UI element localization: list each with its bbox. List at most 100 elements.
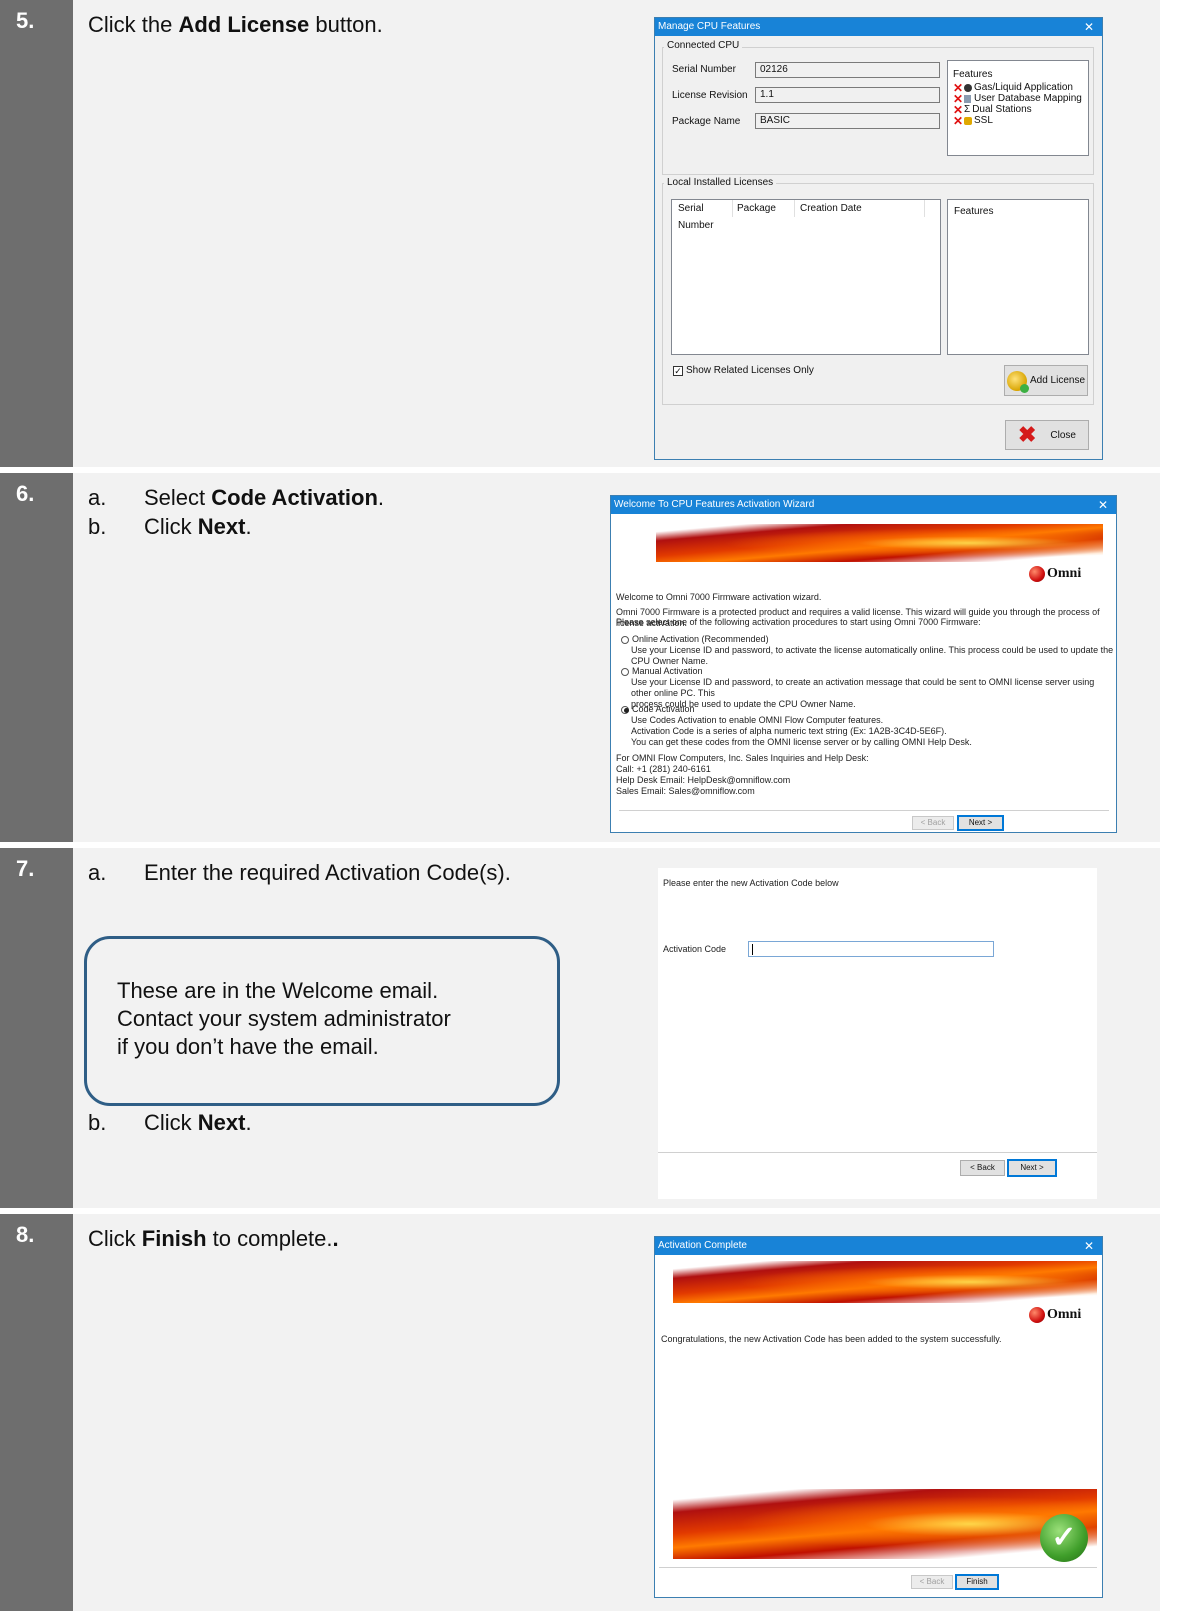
serial-number-label: Serial Number bbox=[672, 64, 736, 75]
code-prompt: Please enter the new Activation Code bel… bbox=[663, 878, 839, 888]
back-button[interactable]: < Back bbox=[960, 1160, 1005, 1176]
divider bbox=[658, 1152, 1097, 1153]
close-icon[interactable]: ✕ bbox=[1098, 496, 1108, 514]
x-icon: ✕ bbox=[953, 113, 964, 128]
feature-item: ✕ User Database Mapping bbox=[953, 92, 1088, 106]
instruction-text: to complete. bbox=[206, 1226, 333, 1251]
text-cursor bbox=[752, 944, 753, 955]
dialog-title: Activation Complete bbox=[658, 1240, 747, 1251]
step-number-cell: 7. bbox=[0, 848, 73, 1208]
list-marker: b. bbox=[88, 514, 107, 539]
red-x-icon: ✖ bbox=[1017, 422, 1037, 447]
license-revision-label: License Revision bbox=[672, 90, 748, 101]
logo-text: Omni bbox=[1047, 1307, 1082, 1322]
bottom-banner bbox=[673, 1489, 1097, 1559]
package-name-field[interactable]: BASIC bbox=[755, 113, 940, 129]
list-header: Serial Number Package Creation Date bbox=[672, 200, 940, 231]
omni-logo: Omni bbox=[1029, 1307, 1081, 1323]
feature-label: SSL bbox=[974, 115, 993, 126]
activation-code-input[interactable] bbox=[748, 941, 994, 957]
option-desc: Use Codes Activation to enable OMNI Flow… bbox=[631, 715, 884, 725]
lock-icon bbox=[964, 116, 972, 125]
contact-line: For OMNI Flow Computers, Inc. Sales Inqu… bbox=[616, 753, 869, 763]
divider bbox=[659, 1567, 1097, 1568]
instruction-text: . bbox=[245, 1110, 252, 1135]
dialog-title: Welcome To CPU Features Activation Wizar… bbox=[614, 499, 815, 510]
next-button[interactable]: Next > bbox=[1007, 1159, 1057, 1177]
instruction-bold: Code Activation bbox=[211, 485, 378, 510]
step-number: 7. bbox=[16, 856, 35, 881]
manage-cpu-features-dialog: Manage CPU Features ✕ Connected CPU Seri… bbox=[654, 17, 1103, 460]
step-number-cell: 5. bbox=[0, 0, 73, 467]
features-list: Features ✕ Gas/Liquid Application ✕ User D… bbox=[947, 60, 1089, 156]
option-label: Online Activation (Recommended) bbox=[632, 634, 769, 644]
dialog-titlebar: Activation Complete ✕ bbox=[655, 1237, 1102, 1255]
instruction-text: . bbox=[245, 514, 252, 539]
option-online-activation[interactable]: Online Activation (Recommended) Use your… bbox=[621, 634, 1116, 667]
back-button[interactable]: < Back bbox=[912, 816, 954, 830]
instruction-text: Click the bbox=[88, 12, 179, 37]
list-marker: a. bbox=[88, 860, 107, 885]
option-desc: Activation Code is a series of alpha num… bbox=[631, 726, 947, 736]
close-button[interactable]: ✖ Close bbox=[1005, 420, 1089, 450]
activation-complete-dialog: Activation Complete ✕ Omni Congratulatio… bbox=[654, 1236, 1103, 1598]
activation-code-label: Activation Code bbox=[663, 944, 727, 954]
activation-wizard-dialog: Welcome To CPU Features Activation Wizar… bbox=[610, 495, 1117, 833]
step-instruction: a. Select Code Activation. b. Click Next. bbox=[88, 483, 384, 541]
show-related-checkbox[interactable]: ✓ Show Related Licenses Only bbox=[673, 365, 814, 376]
dialog-titlebar: Manage CPU Features ✕ bbox=[655, 18, 1102, 36]
option-label: Manual Activation bbox=[632, 666, 703, 676]
licenses-list[interactable]: Serial Number Package Creation Date bbox=[671, 199, 941, 355]
button-label: Add License bbox=[1029, 375, 1086, 386]
column-header[interactable]: Serial Number bbox=[672, 200, 733, 231]
contact-line: Call: +1 (281) 240-6161 bbox=[616, 764, 711, 774]
contact-line: Help Desk Email: HelpDesk@omniflow.com bbox=[616, 775, 791, 785]
note-callout: These are in the Welcome email. Contact … bbox=[84, 936, 560, 1106]
step-number: 8. bbox=[16, 1222, 35, 1247]
activation-code-panel: Please enter the new Activation Code bel… bbox=[658, 868, 1097, 1199]
instruction-text: Click bbox=[88, 1226, 142, 1251]
column-header[interactable]: Package bbox=[733, 200, 795, 217]
callout-line: if you don’t have the email. bbox=[117, 1034, 379, 1059]
wizard-desc: Please select one of the following activ… bbox=[616, 617, 981, 627]
option-code-activation[interactable]: Code Activation Use Codes Activation to … bbox=[621, 704, 972, 748]
list-marker: b. bbox=[88, 1110, 107, 1135]
contact-info: For OMNI Flow Computers, Inc. Sales Inqu… bbox=[616, 753, 869, 797]
instruction-text: button. bbox=[309, 12, 383, 37]
finish-button[interactable]: Finish bbox=[955, 1574, 999, 1590]
checkbox-icon: ✓ bbox=[673, 365, 683, 376]
next-button[interactable]: Next > bbox=[957, 815, 1004, 831]
sigma-icon: Σ bbox=[964, 104, 971, 115]
radio-icon bbox=[621, 667, 629, 676]
step-instruction: Click the Add License button. bbox=[88, 10, 383, 39]
step-number: 6. bbox=[16, 481, 35, 506]
close-icon[interactable]: ✕ bbox=[1084, 1237, 1094, 1255]
close-icon[interactable]: ✕ bbox=[1084, 18, 1094, 36]
column-header[interactable]: Creation Date bbox=[795, 200, 925, 217]
instruction-bold: . bbox=[332, 1226, 339, 1251]
option-desc: You can get these codes from the OMNI li… bbox=[631, 737, 972, 747]
list-marker: a. bbox=[88, 485, 107, 510]
dialog-title: Manage CPU Features bbox=[658, 21, 761, 32]
complete-message: Congratulations, the new Activation Code… bbox=[661, 1334, 1002, 1344]
feature-label: Gas/Liquid Application bbox=[974, 82, 1073, 93]
group-label: Connected CPU bbox=[664, 40, 743, 51]
radio-icon-selected bbox=[621, 705, 629, 714]
serial-number-field[interactable]: 02126 bbox=[755, 62, 940, 78]
add-license-button[interactable]: Add License bbox=[1004, 365, 1088, 396]
step-row-7: 7. a. Enter the required Activation Code(… bbox=[0, 848, 1160, 1211]
license-features-list: Features bbox=[947, 199, 1089, 355]
step-instruction: a. Enter the required Activation Code(s). bbox=[88, 858, 511, 887]
step-row-5: 5. Click the Add License button. Manage … bbox=[0, 0, 1160, 470]
omni-banner bbox=[656, 524, 1103, 562]
callout-line: These are in the Welcome email. bbox=[117, 978, 439, 1003]
features-header: Features bbox=[954, 206, 994, 217]
omni-logo-icon bbox=[1029, 566, 1045, 582]
database-icon bbox=[964, 94, 971, 103]
step-number-cell: 8. bbox=[0, 1214, 73, 1611]
license-revision-field[interactable]: 1.1 bbox=[755, 87, 940, 103]
omni-logo-icon bbox=[1029, 1307, 1045, 1323]
button-label: Close bbox=[1050, 429, 1076, 441]
back-button[interactable]: < Back bbox=[911, 1575, 953, 1589]
wizard-intro: Welcome to Omni 7000 Firmware activation… bbox=[616, 592, 822, 602]
